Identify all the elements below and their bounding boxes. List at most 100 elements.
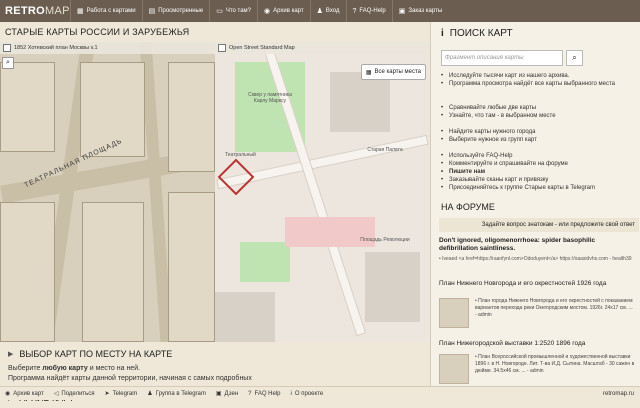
nav-label: Что там? bbox=[225, 8, 251, 14]
desc-bold: любую карту bbox=[42, 365, 88, 372]
nav-order[interactable]: ▣ Заказ карты bbox=[391, 0, 448, 22]
site-logo[interactable]: RETRO MAP bbox=[0, 0, 70, 22]
old-block bbox=[82, 202, 144, 342]
old-map-viewer[interactable]: 1852 Хотевский план Москвы v.1 ⌕ ТЕАТРАЛ… bbox=[0, 42, 215, 342]
question-icon: ? bbox=[248, 390, 252, 397]
forum-post-body: • Iveaed <a href=https://raanfynl.com>Od… bbox=[439, 256, 632, 262]
desc-text: и место на ней. bbox=[87, 365, 141, 372]
list-item[interactable]: Присоединяйтесь к группе Старые карты в … bbox=[441, 184, 595, 192]
osm-building bbox=[215, 292, 275, 342]
old-block bbox=[0, 62, 55, 152]
forum-post-title[interactable]: Don't ignored, oligomenorrhoea: spider b… bbox=[439, 237, 635, 253]
search-input[interactable]: Фрагмент описания карты bbox=[441, 50, 563, 66]
list-item[interactable]: Выберите нужное из групп карт bbox=[441, 136, 537, 144]
main-nav: ▦ Работа с картами ▤ Просмотренные ▭ Что та… bbox=[70, 0, 448, 22]
search-heading: i ПОИСК КАРТ bbox=[441, 28, 513, 39]
feature-list-2: Сравнивайте любые две карты Узнайте, что… bbox=[441, 104, 556, 120]
forum-topic-title[interactable]: План Нижегородской выставки 1:2520 1896 … bbox=[439, 340, 585, 347]
list-item[interactable]: Исследуйте тысячи карт из нашего архива. bbox=[441, 72, 615, 80]
footer-site-link[interactable]: retromap.ru bbox=[603, 391, 640, 397]
footer-label: Telegram bbox=[112, 390, 138, 397]
list-item: Программа просмотра найдёт все карты выб… bbox=[441, 80, 615, 88]
list-item[interactable]: Заказывайте сканы карт и привязку bbox=[441, 176, 595, 184]
desc-text: Выберите bbox=[8, 365, 43, 372]
all-maps-button[interactable]: ▦ Все карты места bbox=[360, 64, 426, 80]
telegram-icon: ➤ bbox=[104, 391, 110, 397]
info-icon: i bbox=[441, 28, 444, 39]
all-maps-label: Все карты места bbox=[374, 69, 421, 75]
share-icon: ◁ bbox=[53, 391, 59, 397]
footer-label: Архив карт bbox=[13, 390, 44, 397]
section-select-by-place[interactable]: ▶ ВЫБОР КАРТ ПО МЕСТУ НА КАРТЕ bbox=[0, 344, 430, 364]
nav-label: Просмотренные bbox=[158, 8, 204, 14]
nav-viewed[interactable]: ▤ Просмотренные bbox=[141, 0, 210, 22]
grid-icon: ▦ bbox=[77, 8, 84, 15]
footer-label: О проекте bbox=[294, 390, 324, 397]
cart-icon: ▣ bbox=[398, 8, 406, 15]
section-title: ВЫБОР КАРТ ПО МЕСТУ НА КАРТЕ bbox=[19, 349, 173, 359]
forum-ask-link[interactable]: Задайте вопрос знатокам - или предложите… bbox=[439, 218, 639, 232]
osm-palata-label: Старая Палата bbox=[367, 147, 403, 153]
map-thumbnail-icon bbox=[218, 44, 226, 52]
nav-label: Вход bbox=[325, 8, 340, 14]
nav-maps-work[interactable]: ▦ Работа с картами bbox=[70, 0, 142, 22]
footer-label: Поделиться bbox=[61, 390, 95, 397]
triangle-right-icon: ▶ bbox=[8, 351, 14, 358]
list-item[interactable]: Используйте FAQ-Help bbox=[441, 152, 595, 160]
nav-faq[interactable]: ? FAQ-Help bbox=[345, 0, 392, 22]
desc-text: Программа найдёт карты данной территории… bbox=[8, 375, 252, 382]
osm-map-header[interactable]: Open Street Standard Map bbox=[215, 42, 430, 54]
question-icon: ? bbox=[352, 7, 357, 15]
nav-login[interactable]: ♟ Вход bbox=[309, 0, 346, 22]
osm-park bbox=[240, 242, 290, 282]
osm-square-label: Площадь Революции bbox=[360, 237, 410, 243]
logo-bold: RETRO bbox=[5, 5, 45, 17]
list-item[interactable]: Комментируйте и спрашивайте на форуме bbox=[441, 160, 595, 168]
osm-building bbox=[330, 72, 390, 132]
footer-about[interactable]: iО проекте bbox=[286, 391, 329, 397]
osm-map-title: Open Street Standard Map bbox=[229, 45, 295, 51]
footer-telegram[interactable]: ➤ Telegram bbox=[100, 390, 143, 398]
feature-list-3: Найдите карты нужного города Выберите ну… bbox=[441, 128, 537, 144]
nav-whats-there[interactable]: ▭ Что там? bbox=[209, 0, 257, 22]
list-item[interactable]: Найдите карты нужного города bbox=[441, 128, 537, 136]
osm-map-viewer[interactable]: Open Street Standard Map ▦ Все карты мес… bbox=[215, 42, 430, 342]
footer-faq[interactable]: ? FAQ Help bbox=[243, 391, 285, 397]
section-select-desc: Выберите любую карту и место на ней. Про… bbox=[8, 364, 252, 384]
nav-archive[interactable]: ◉ Архив карт bbox=[257, 0, 310, 22]
user-icon: ♟ bbox=[316, 8, 323, 15]
topic-thumbnail[interactable] bbox=[439, 298, 469, 328]
search-icon[interactable]: ⌕ bbox=[2, 57, 14, 69]
topic-text: • План Всероссийской промышленной и худо… bbox=[475, 354, 635, 374]
topic-thumbnail[interactable] bbox=[439, 354, 469, 384]
page-title: СТАРЫЕ КАРТЫ РОССИИ И ЗАРУБЕЖЬЯ bbox=[5, 27, 190, 37]
footer-label: Группа в Telegram bbox=[155, 390, 206, 397]
selection-marker[interactable] bbox=[217, 158, 255, 196]
osm-park-label: Сквер у памятника Карлу Марксу bbox=[248, 92, 292, 104]
nav-label: FAQ-Help bbox=[359, 8, 386, 14]
list-item[interactable]: Узнайте, что там - в выбранном месте bbox=[441, 112, 556, 120]
forum-heading: НА ФОРУМЕ bbox=[441, 202, 495, 212]
search-icon[interactable]: ⌕ bbox=[566, 50, 583, 66]
user-icon: ♟ bbox=[147, 391, 153, 397]
forum-topic-title[interactable]: План Нижнего Новгорода и его окрестносте… bbox=[439, 280, 606, 287]
footer-share[interactable]: ◁ Поделиться bbox=[49, 390, 100, 398]
dzen-icon: ▣ bbox=[215, 391, 222, 397]
list-item[interactable]: Сравнивайте любые две карты bbox=[441, 104, 556, 112]
list-item[interactable]: Пишите нам bbox=[441, 168, 595, 176]
footer-label: Дзен bbox=[224, 390, 239, 397]
feature-list-4: Используйте FAQ-Help Комментируйте и спр… bbox=[441, 152, 595, 192]
nav-label: Заказ карты bbox=[408, 8, 443, 14]
footer-archive[interactable]: ◉ Архив карт bbox=[0, 390, 49, 398]
old-map-header[interactable]: 1852 Хотевский план Москвы v.1 bbox=[0, 42, 215, 54]
old-block bbox=[168, 62, 215, 172]
footer-dzen[interactable]: ▣ Дзен bbox=[211, 390, 243, 398]
right-sidebar: i ПОИСК КАРТ Фрагмент описания карты ⌕ И… bbox=[430, 22, 640, 386]
logo-light: MAP bbox=[45, 5, 70, 17]
footer-label: FAQ Help bbox=[254, 390, 281, 397]
feature-list-1: Исследуйте тысячи карт из нашего архива.… bbox=[441, 72, 615, 88]
info-icon: i bbox=[290, 390, 292, 397]
top-navbar: RETRO MAP ▦ Работа с картами ▤ Просмотренны… bbox=[0, 0, 640, 22]
osm-station-label: Театральный bbox=[225, 152, 256, 158]
footer-telegram-group[interactable]: ♟ Группа в Telegram bbox=[142, 390, 211, 398]
